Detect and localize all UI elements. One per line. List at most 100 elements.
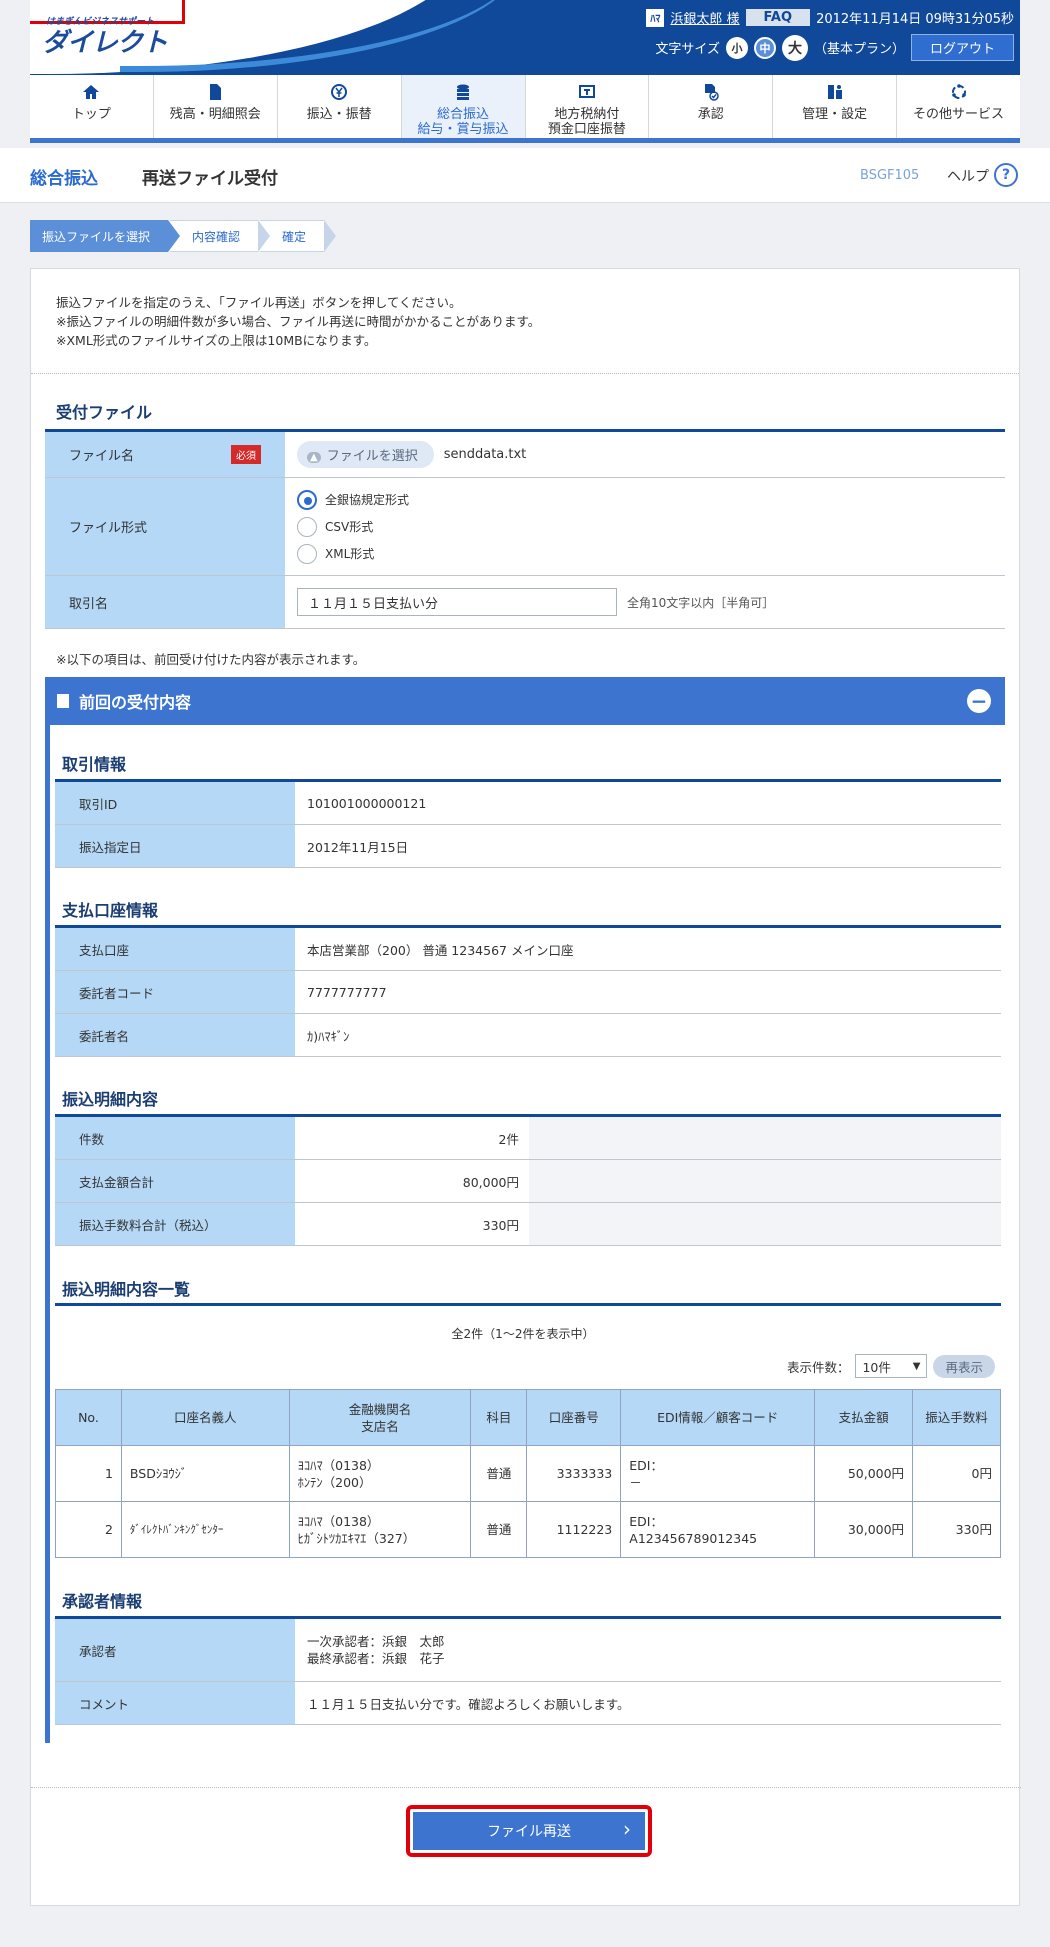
cell-kind: 普通	[470, 1445, 528, 1502]
required-badge: 必須	[231, 445, 261, 464]
document-icon	[210, 84, 222, 100]
client-name-row: 委託者名 ｶ)ﾊﾏｷﾞﾝ	[55, 1014, 1001, 1057]
col-branch-label: 支店名	[361, 1418, 399, 1434]
col-fee: 振込手数料	[912, 1389, 1001, 1446]
cell-account: 1112223	[526, 1501, 622, 1558]
table-row: 2 ﾀﾞｲﾚｸﾄﾊﾞﾝｷﾝｸﾞｾﾝﾀｰ ﾖｺﾊﾏ（0138） ﾋｶﾞｼﾄﾂｶｴｷﾏ…	[55, 1501, 1001, 1558]
nav-bulk-transfer[interactable]: 総合振込 給与・賞与振込	[401, 75, 526, 138]
list-count: 全2件（1～2件を表示中）	[451, 1327, 595, 1341]
help-icon[interactable]: ?	[994, 163, 1018, 187]
payment-account-label: 支払口座	[55, 928, 295, 970]
radio-unchecked-icon	[297, 516, 317, 537]
table-header-row: No. 口座名義人 金融機関名 支店名 科目 口座番号 EDI情報／顧客コード 支…	[55, 1389, 1001, 1446]
cell-edi-label: EDI：	[629, 1457, 663, 1473]
redisplay-button[interactable]: 再表示	[933, 1354, 995, 1378]
intro-line: 振込ファイルを指定のうえ、「ファイル再送」ボタンを押してください。	[56, 295, 462, 310]
previous-note: ※以下の項目は、前回受け付けた内容が表示されます。	[56, 652, 366, 667]
logout-button[interactable]: ログアウト	[910, 34, 1014, 61]
collapse-icon[interactable]: −	[967, 689, 991, 713]
cell-bank: ﾖｺﾊﾏ（0138） ﾎﾝﾃﾝ（200）	[288, 1445, 472, 1502]
faq-button[interactable]: FAQ	[745, 9, 811, 26]
nav-label: トップ	[71, 107, 111, 122]
format-radio-csv[interactable]: CSV形式	[297, 513, 373, 540]
format-radio-xml[interactable]: XML形式	[297, 540, 374, 567]
nav-approve[interactable]: 承認	[649, 75, 774, 138]
nav-label: 承認	[697, 107, 724, 122]
help-link[interactable]: ヘルプ	[947, 166, 989, 186]
format-radio-zengin[interactable]: 全銀協規定形式	[297, 486, 409, 513]
document-icon	[57, 694, 69, 708]
font-size-small-button[interactable]: 小	[725, 36, 748, 59]
nav-other-services[interactable]: その他サービス	[897, 75, 1020, 138]
page-title: 再送ファイル受付	[142, 169, 278, 189]
header-bar: はまぎんビジネスサポート ダイレクト ﾊﾏ 浜銀太郎 様 FAQ 2012年11…	[30, 0, 1020, 75]
cell-amount: 50,000円	[814, 1445, 914, 1502]
col-bank: 金融機関名 支店名	[288, 1389, 472, 1446]
nav-label: 総合振込	[437, 107, 490, 122]
coins-icon	[457, 84, 470, 100]
cell-account: 3333333	[526, 1445, 622, 1502]
account-info-table: 支払口座 本店営業部（200） 普通 1234567 メイン口座 委託者コード 77…	[55, 925, 1001, 1057]
step-confirm: 内容確認	[170, 220, 271, 252]
col-no: No.	[55, 1389, 122, 1446]
font-size-large-button[interactable]: 大	[781, 34, 808, 61]
blank-cell	[529, 1117, 1001, 1159]
previous-accordion-body: 取引情報 取引ID 101001000000121 振込指定日 2012年11月15…	[45, 725, 1005, 1743]
logo[interactable]: ダイレクト	[42, 22, 168, 59]
nav-label-2: 預金口座振替	[547, 122, 626, 137]
nav-balance[interactable]: 残高・明細照会	[154, 75, 278, 138]
font-size-medium-button[interactable]: 中	[753, 36, 776, 59]
display-count-value: 10件	[862, 1359, 891, 1375]
cell-kind: 普通	[470, 1501, 528, 1558]
plan-label: （基本プラン）	[813, 42, 905, 57]
trade-id-value: 101001000000121	[307, 795, 427, 811]
nav-top[interactable]: トップ	[30, 75, 154, 138]
transfer-date-label: 振込指定日	[55, 825, 295, 867]
nav-label: 振込・振替	[306, 107, 372, 122]
file-label: ファイル名	[69, 449, 135, 464]
trade-name-input[interactable]: １１月１５日支払い分	[297, 588, 617, 616]
cell-branch-name: ﾋｶﾞｼﾄﾂｶｴｷﾏｴ（327）	[297, 1530, 416, 1546]
nav-settings[interactable]: 管理・設定	[773, 75, 898, 138]
services-icon	[951, 84, 966, 99]
trade-info-heading: 取引情報	[62, 755, 127, 774]
radio-unchecked-icon	[297, 543, 317, 564]
fee-row: 振込手数料合計（税込） 330円	[55, 1203, 1001, 1246]
resend-file-button[interactable]: ファイル再送 ›	[413, 1812, 645, 1850]
nav-transfer[interactable]: 振込・振替	[278, 75, 402, 138]
cell-holder: BSDｼﾖｳｼﾞ	[120, 1445, 290, 1502]
file-label-cell: ファイル名 必須	[45, 432, 285, 477]
trade-name-row: 取引名 １１月１５日支払い分 全角10文字以内［半角可］	[45, 576, 1005, 629]
client-name-value: ｶ)ﾊﾏｷﾞﾝ	[307, 1028, 350, 1044]
login-datetime: 2012年11月14日 09時31分05秒	[816, 12, 1014, 27]
file-row: ファイル名 必須 ▲ ファイルを選択 senddata.txt	[45, 432, 1005, 478]
col-amount: 支払金額	[814, 1389, 914, 1446]
previous-accordion-header[interactable]: 前回の受付内容 −	[45, 677, 1005, 725]
user-name-link[interactable]: 浜銀太郎 様	[670, 8, 739, 27]
cell-bank: ﾖｺﾊﾏ（0138） ﾋｶﾞｼﾄﾂｶｴｷﾏｴ（327）	[288, 1501, 472, 1558]
total-value: 80,000円	[462, 1174, 519, 1190]
user-icon: ﾊﾏ	[646, 8, 665, 27]
trade-id-label: 取引ID	[55, 782, 295, 824]
page-category: 総合振込	[30, 169, 98, 189]
file-select-button[interactable]: ▲ ファイルを選択	[297, 441, 434, 468]
payment-account-row: 支払口座 本店営業部（200） 普通 1234567 メイン口座	[55, 928, 1001, 971]
chevron-right-icon: ›	[623, 1817, 631, 1841]
global-nav: トップ 残高・明細照会 振込・振替 総合振込 給与・賞与振込 地方税納付 預金口…	[30, 75, 1020, 143]
screen-code: BSGF105	[860, 168, 920, 183]
nav-label: その他サービス	[913, 107, 1005, 122]
nav-label: 地方税納付	[554, 107, 620, 122]
display-count-select[interactable]: 10件 ▼	[855, 1354, 928, 1378]
col-account: 口座番号	[526, 1389, 622, 1446]
dropdown-arrow-icon: ▼	[912, 1360, 921, 1372]
resend-button-label: ファイル再送	[487, 1824, 571, 1840]
col-bank-label: 金融機関名	[348, 1401, 412, 1417]
upload-form: ファイル名 必須 ▲ ファイルを選択 senddata.txt ファイル形式 全銀協…	[45, 429, 1005, 629]
nav-local-tax[interactable]: 地方税納付 預金口座振替	[526, 75, 650, 138]
client-code-label: 委託者コード	[55, 971, 295, 1013]
blank-cell	[529, 1203, 1001, 1245]
client-name-label: 委託者名	[55, 1014, 295, 1056]
account-info-heading: 支払口座情報	[62, 901, 159, 920]
display-count-label: 表示件数：	[786, 1359, 850, 1375]
radio-label: CSV形式	[325, 520, 374, 534]
